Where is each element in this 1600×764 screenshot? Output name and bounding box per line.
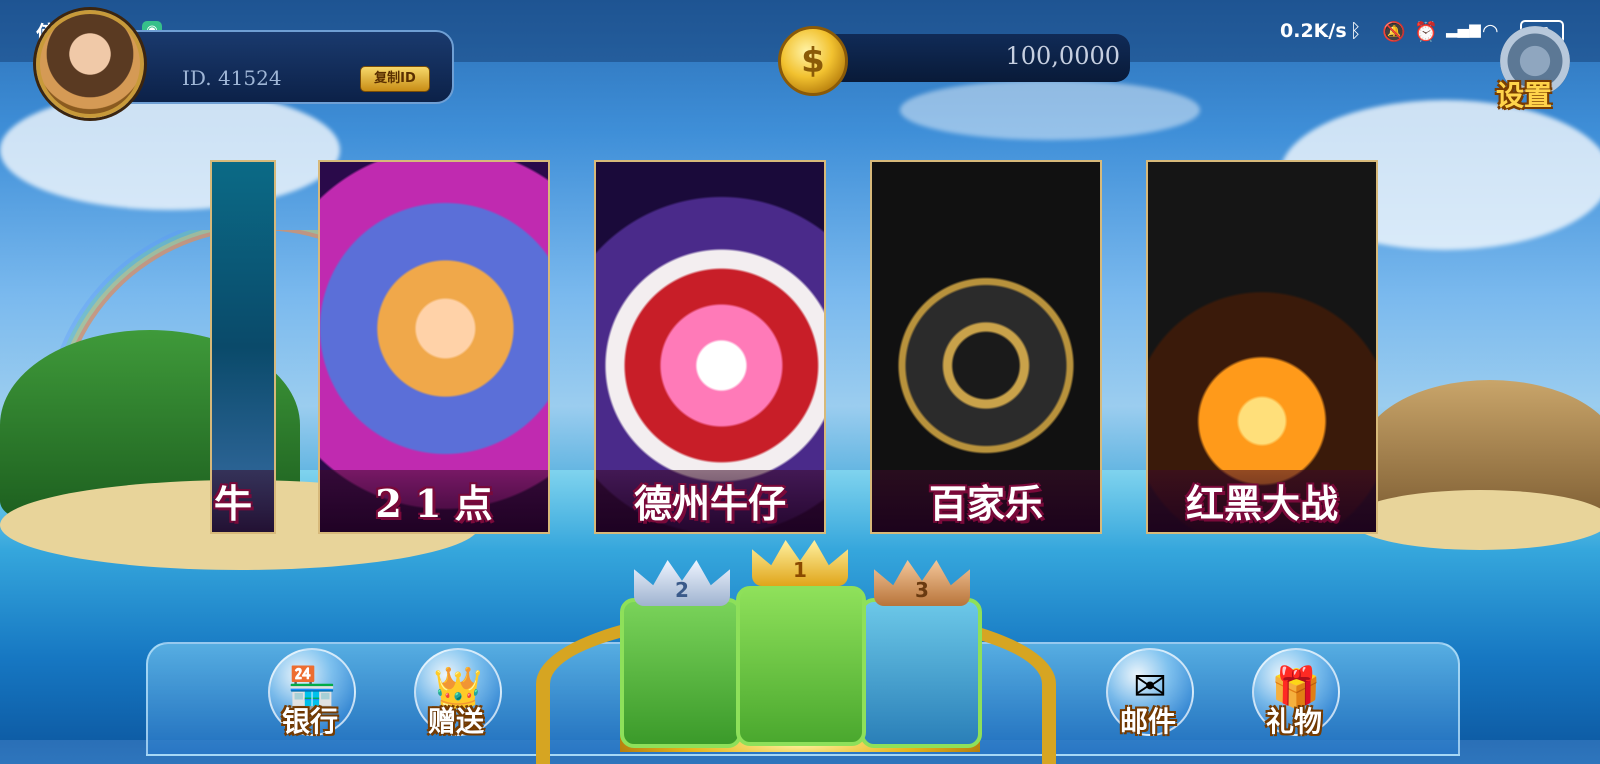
- coin-icon: $: [778, 26, 848, 96]
- game-card-red-black[interactable]: 红黑大战: [1146, 160, 1378, 534]
- mail-button[interactable]: ✉ 邮件: [1102, 648, 1194, 740]
- alarm-icon: ⏰: [1414, 21, 1438, 43]
- gift-label: 礼物: [1265, 705, 1322, 738]
- give-button[interactable]: 👑 赠送: [410, 648, 502, 740]
- game-card-label: 德州牛仔: [633, 481, 786, 526]
- game-card-label: 2 1 点: [375, 481, 493, 526]
- rank-card-first[interactable]: [736, 586, 866, 746]
- game-card-blackjack[interactable]: 2 1 点: [318, 160, 550, 534]
- coin-amount: 100,0000: [1005, 42, 1120, 70]
- rank-number-second: 2: [675, 578, 689, 602]
- settings-label: 设置: [1496, 79, 1553, 112]
- rank-card-second[interactable]: [620, 598, 742, 748]
- game-card-baccarat[interactable]: 百家乐: [870, 160, 1102, 534]
- give-label: 赠送: [427, 705, 484, 738]
- network-speed: 0.2K/s: [1280, 20, 1347, 42]
- rank-number-first: 1: [793, 558, 807, 582]
- user-id: ID. 41524: [182, 66, 282, 90]
- avatar[interactable]: [36, 10, 144, 118]
- game-card-texas-cowboy[interactable]: 德州牛仔: [594, 160, 826, 534]
- copy-id-button[interactable]: 复制ID: [360, 66, 430, 92]
- gift-button[interactable]: 🎁 礼物: [1248, 648, 1340, 740]
- bank-button[interactable]: 🏪 银行: [264, 648, 356, 740]
- game-card-label: 百家乐: [928, 481, 1043, 526]
- rank-card-third[interactable]: [860, 598, 982, 748]
- game-card-label: 红黑大战: [1185, 481, 1338, 526]
- bluetooth-icon: ᛒ: [1350, 20, 1362, 42]
- settings-button[interactable]: 设置: [1494, 26, 1578, 112]
- mute-icon: 🔕: [1382, 21, 1406, 43]
- game-card-niuniu[interactable]: 牛: [210, 160, 276, 534]
- rank-number-third: 3: [915, 578, 929, 602]
- bank-label: 银行: [281, 705, 338, 738]
- signal-icon: ▂▄▆: [1446, 20, 1481, 38]
- game-card-label: 牛: [213, 481, 252, 526]
- mail-label: 邮件: [1119, 705, 1176, 738]
